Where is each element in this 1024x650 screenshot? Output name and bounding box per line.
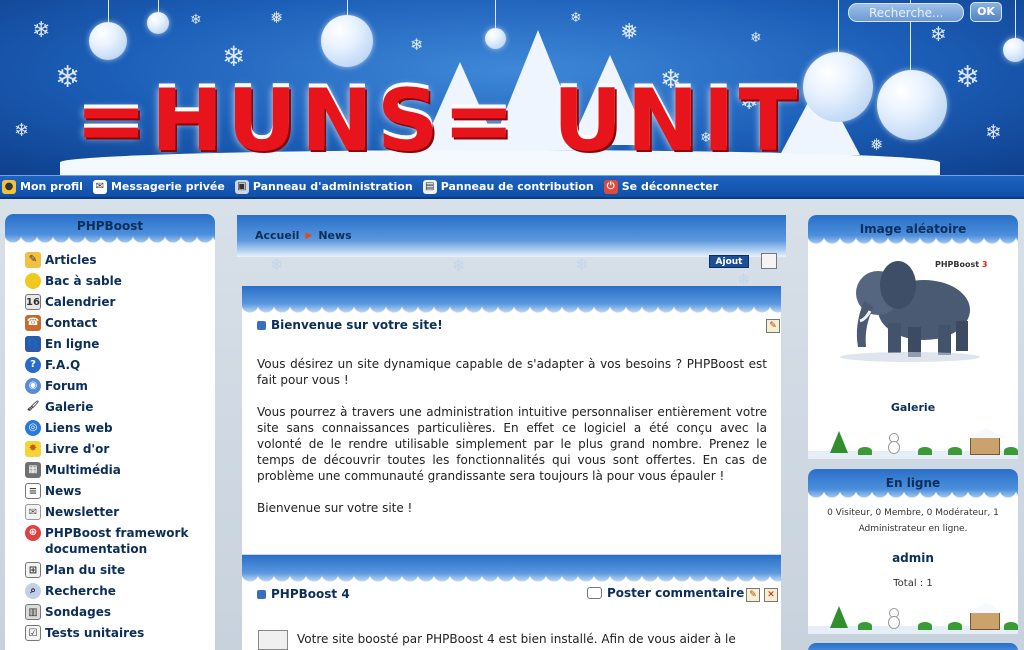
weblinks-icon: ◎ [25, 420, 41, 436]
polls-icon: ▥ [25, 604, 41, 620]
menu-private-messages[interactable]: ✉ Messagerie privée [92, 179, 225, 194]
sidebar-item-multimedia[interactable]: ▦ Multimédia [25, 462, 215, 483]
sidebar-item-framework-doc[interactable]: ⊕ PHPBoost framework documentation [25, 525, 215, 562]
news-body: Votre site boosté par PHPBoost 4 est bie… [297, 632, 736, 646]
breadcrumb-current-link[interactable]: News [318, 229, 351, 242]
left-menu-title: PHPBoost [76, 219, 144, 233]
christmas-decoration [808, 428, 1018, 459]
ornament-ball-icon [877, 70, 947, 140]
online-total: Total : 1 [893, 578, 933, 589]
sidebar-item-online[interactable]: 👣 En ligne [25, 336, 215, 357]
menu-contribution-panel[interactable]: ▤ Panneau de contribution [422, 179, 594, 194]
site-header: ❄ ❄ ❄ ❄ ❄ ❅ ❄ ❅ ❄ ❄ ❄ ❄ ❄ ❄ ❅ ❄ ❄ =HUNS=… [0, 0, 1024, 175]
doc-icon: ⊕ [25, 525, 41, 541]
admin-icon: ▣ [234, 179, 249, 194]
sidebar-item-sandbox[interactable]: Bac à sable [25, 273, 215, 294]
menu-logout[interactable]: ⏻ Se déconnecter [603, 179, 718, 194]
sidebar-item-articles[interactable]: ✎ Articles [25, 252, 215, 273]
top-menu-bar: ● Mon profil ✉ Messagerie privée ▣ Panne… [0, 175, 1024, 199]
sidebar-item-contact[interactable]: ☎ Contact [25, 315, 215, 336]
gallery-link[interactable]: Galerie [808, 401, 1018, 414]
search-input[interactable]: Recherche... [848, 3, 964, 22]
sandbox-icon [25, 273, 41, 289]
news-title[interactable]: PHPBoost 4 [257, 587, 350, 601]
phpboost-brand: PHPBoost 3 [935, 260, 988, 269]
search-submit-button[interactable]: OK [970, 2, 1002, 22]
contact-icon: ☎ [25, 315, 41, 331]
sidebar-item-sitemap[interactable]: ⊞ Plan du site [25, 562, 215, 583]
newsletter-icon: ✉ [25, 504, 41, 520]
logout-icon: ⏻ [603, 179, 618, 194]
search-icon: ⌕ [25, 583, 41, 599]
edit-icon[interactable]: ✎ [746, 588, 760, 602]
random-image-title: Image aléatoire [859, 222, 967, 236]
news-icon: ≡ [25, 483, 41, 499]
delete-icon[interactable]: ✕ [764, 588, 778, 602]
ornament-ball-icon [321, 15, 373, 67]
sidebar-item-unit-tests[interactable]: ☑ Tests unitaires [25, 625, 215, 646]
breadcrumb: Accueil ▶ News [255, 229, 352, 242]
forum-icon: ◉ [25, 378, 41, 394]
sidebar-item-news[interactable]: ≡ News [25, 483, 215, 504]
sidebar-item-guestbook[interactable]: ✸ Livre d'or [25, 441, 215, 462]
edit-icon[interactable]: ✎ [766, 319, 780, 333]
left-menu-panel: PHPBoost ✎ Articles Bac à sable 16 Calen… [5, 214, 215, 650]
next-panel-header [808, 643, 1018, 650]
online-icon: 👣 [25, 336, 41, 352]
gallery-icon: 🖌 [25, 399, 41, 415]
sidebar-item-forum[interactable]: ◉ Forum [25, 378, 215, 399]
online-panel: En ligne 0 Visiteur, 0 Membre, 0 Modérat… [808, 469, 1018, 634]
elephant-image[interactable] [836, 255, 986, 365]
sidebar-item-polls[interactable]: ▥ Sondages [25, 604, 215, 625]
faq-icon: ? [25, 357, 41, 373]
sidebar-item-faq[interactable]: ? F.A.Q [25, 357, 215, 378]
site-logo[interactable]: =HUNS= UNIT [75, 78, 801, 164]
breadcrumb-arrow-icon: ▶ [305, 230, 313, 241]
rss-icon[interactable] [257, 320, 266, 330]
ornament-ball-icon [803, 52, 873, 122]
online-title: En ligne [885, 476, 941, 490]
breadcrumb-home-link[interactable]: Accueil [255, 229, 299, 242]
breadcrumb-bar: Accueil ▶ News [237, 215, 786, 257]
sidebar-item-newsletter[interactable]: ✉ Newsletter [25, 504, 215, 525]
calendar-icon: 16 [25, 294, 41, 310]
news-body: Vous désirez un site dynamique capable d… [257, 357, 767, 515]
comment-bubble-icon [587, 587, 602, 599]
ornament-ball-icon [147, 12, 169, 34]
sitemap-icon: ⊞ [25, 562, 41, 578]
multimedia-icon: ▦ [25, 462, 41, 478]
news-article: Bienvenue sur votre site! ✎ Vous désirez… [242, 286, 781, 554]
christmas-decoration [808, 603, 1018, 634]
news-article: PHPBoost 4 Poster commentaire ✎ ✕ Votre … [242, 555, 781, 650]
add-news-button[interactable]: Ajout [709, 255, 749, 268]
articles-icon: ✎ [25, 252, 41, 268]
sidebar-item-gallery[interactable]: 🖌 Galerie [25, 399, 215, 420]
ornament-ball-icon [89, 22, 127, 60]
archive-list-icon[interactable] [761, 253, 777, 269]
ornament-ball-icon [485, 28, 506, 49]
sidebar-item-calendar[interactable]: 16 Calendrier [25, 294, 215, 315]
news-title[interactable]: Bienvenue sur votre site! [257, 318, 443, 332]
bulb-icon: ● [2, 179, 16, 194]
online-user-link[interactable]: admin [808, 551, 1018, 565]
envelope-icon: ✉ [92, 179, 107, 194]
guestbook-icon: ✸ [25, 441, 41, 457]
sidebar-item-search[interactable]: ⌕ Recherche [25, 583, 215, 604]
contribution-icon: ▤ [422, 179, 437, 194]
ornament-ball-icon [1003, 38, 1024, 62]
left-menu-list: ✎ Articles Bac à sable 16 Calendrier ☎ C… [5, 248, 215, 646]
menu-my-profile[interactable]: ● Mon profil [2, 179, 83, 194]
random-image-panel: Image aléatoire PHPBoost 3 Galerie [808, 215, 1018, 459]
newspaper-icon [258, 630, 288, 650]
post-comment-link[interactable]: Poster commentaire [587, 586, 744, 600]
sidebar-item-weblinks[interactable]: ◎ Liens web [25, 420, 215, 441]
menu-admin-panel[interactable]: ▣ Panneau d'administration [234, 179, 413, 194]
tests-icon: ☑ [25, 625, 41, 641]
online-summary: 0 Visiteur, 0 Membre, 0 Modérateur, 1 Ad… [827, 508, 999, 534]
rss-icon[interactable] [257, 589, 266, 599]
